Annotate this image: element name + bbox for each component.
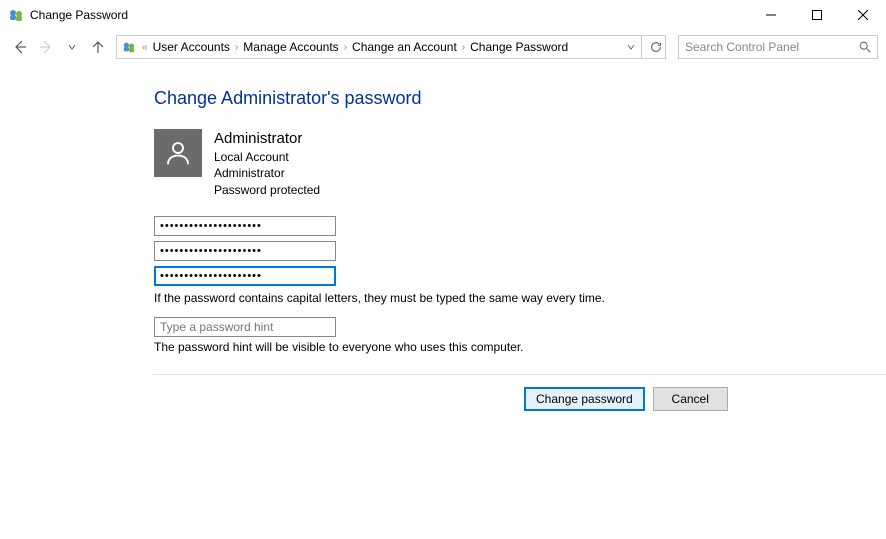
search-box[interactable]	[678, 35, 878, 59]
hint-helper-text: The password hint will be visible to eve…	[154, 340, 886, 354]
breadcrumb-item[interactable]: Change an Account	[350, 40, 459, 54]
user-info: Administrator Local Account Administrato…	[214, 129, 320, 198]
breadcrumb-item[interactable]: Change Password	[468, 40, 570, 54]
address-dropdown[interactable]	[621, 43, 639, 51]
back-button[interactable]	[8, 35, 32, 59]
maximize-button[interactable]	[794, 0, 840, 30]
user-role: Administrator	[214, 165, 320, 181]
password-hint-input[interactable]	[154, 317, 336, 337]
close-button[interactable]	[840, 0, 886, 30]
search-input[interactable]	[679, 40, 853, 54]
address-bar[interactable]: « User Accounts › Manage Accounts › Chan…	[116, 35, 666, 59]
user-protection: Password protected	[214, 182, 320, 198]
breadcrumb-item[interactable]: User Accounts	[151, 40, 232, 54]
change-password-button[interactable]: Change password	[524, 387, 645, 411]
app-icon	[8, 7, 24, 23]
user-account-type: Local Account	[214, 149, 320, 165]
button-row: Change password Cancel	[524, 375, 886, 423]
window-title: Change Password	[30, 8, 748, 22]
page-title: Change Administrator's password	[154, 88, 886, 109]
titlebar: Change Password	[0, 0, 886, 30]
user-block: Administrator Local Account Administrato…	[154, 129, 886, 198]
content-area: Change Administrator's password Administ…	[0, 64, 886, 423]
new-password-input[interactable]	[154, 241, 336, 261]
navbar: « User Accounts › Manage Accounts › Chan…	[0, 30, 886, 64]
cancel-button[interactable]: Cancel	[653, 387, 728, 411]
chevron-right-icon[interactable]: ›	[462, 42, 465, 53]
breadcrumb: « User Accounts › Manage Accounts › Chan…	[117, 39, 621, 55]
window-controls	[748, 0, 886, 30]
refresh-button[interactable]	[641, 36, 665, 58]
recent-dropdown[interactable]	[60, 35, 84, 59]
user-name: Administrator	[214, 129, 320, 149]
confirm-password-input[interactable]	[154, 266, 336, 286]
forward-button[interactable]	[34, 35, 58, 59]
breadcrumb-item[interactable]: Manage Accounts	[241, 40, 340, 54]
search-icon[interactable]	[853, 40, 877, 54]
minimize-button[interactable]	[748, 0, 794, 30]
chevron-right-icon[interactable]: ›	[344, 42, 347, 53]
breadcrumb-icon	[121, 39, 137, 55]
current-password-input[interactable]	[154, 216, 336, 236]
chevron-right-icon[interactable]: ›	[235, 42, 238, 53]
caps-helper-text: If the password contains capital letters…	[154, 291, 886, 305]
breadcrumb-overflow[interactable]: «	[142, 42, 148, 53]
up-button[interactable]	[86, 35, 110, 59]
avatar	[154, 129, 202, 177]
